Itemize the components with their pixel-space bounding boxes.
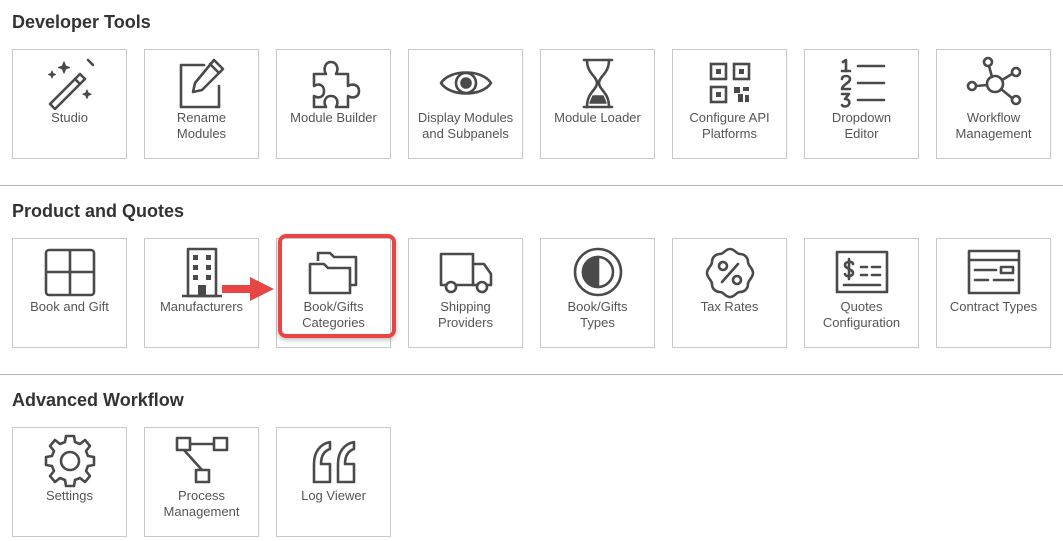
tile-rename-modules[interactable]: Rename Modules	[144, 49, 259, 159]
tile-label-configure-api: Configure API Platforms	[689, 110, 770, 141]
tile-workflow-management[interactable]: Workflow Management	[936, 49, 1051, 159]
tile-manufacturers[interactable]: Manufacturers	[144, 238, 259, 348]
tile-label-process-management: Process Management	[163, 488, 240, 519]
tile-grid-developer-tools: Studio Rename Modules Module Builder Dis…	[12, 49, 1063, 161]
tile-label-workflow-management: Workflow Management	[955, 110, 1032, 141]
tile-label-book-gifts-types: Book/Gifts Types	[567, 299, 628, 330]
tile-label-quotes-configuration: Quotes Configuration	[822, 299, 901, 330]
tile-label-shipping-providers: Shipping Providers	[438, 299, 493, 330]
tile-label-log-viewer: Log Viewer	[301, 488, 366, 503]
puzzle-piece-icon	[306, 56, 362, 110]
tile-grid-advanced-workflow: Settings Process Management Log Viewer	[12, 427, 1063, 539]
folders-icon	[306, 245, 362, 299]
process-flow-icon	[174, 434, 230, 488]
tile-module-loader[interactable]: Module Loader	[540, 49, 655, 159]
section-title-developer-tools: Developer Tools	[12, 12, 151, 32]
tile-settings[interactable]: Settings	[12, 427, 127, 537]
tile-tax-rates[interactable]: Tax Rates	[672, 238, 787, 348]
grid-squares-icon	[42, 245, 98, 299]
tile-label-display-modules: Display Modules and Subpanels	[417, 110, 514, 141]
section-advanced-workflow: Advanced Workflow Settings Process Manag…	[0, 389, 1063, 539]
tile-label-dropdown-editor: Dropdown Editor	[831, 110, 892, 141]
truck-icon	[438, 245, 494, 299]
section-divider	[0, 185, 1063, 186]
pencil-square-icon	[174, 56, 230, 110]
quote-marks-icon	[306, 434, 362, 488]
percent-badge-icon	[702, 245, 758, 299]
section-title-product-quotes: Product and Quotes	[12, 201, 185, 221]
contract-form-icon	[966, 245, 1022, 299]
section-divider	[0, 374, 1063, 375]
section-title-advanced-workflow: Advanced Workflow	[12, 390, 184, 410]
half-circle-icon	[570, 245, 626, 299]
hourglass-icon	[570, 56, 626, 110]
tile-book-gifts-categories[interactable]: Book/Gifts Categories	[276, 238, 391, 348]
tile-label-module-builder: Module Builder	[290, 110, 377, 125]
tile-label-studio: Studio	[51, 110, 88, 125]
magic-wand-icon	[42, 56, 98, 110]
numbered-list-icon	[834, 56, 890, 110]
tile-label-module-loader: Module Loader	[554, 110, 641, 125]
tile-book-and-gift[interactable]: Book and Gift	[12, 238, 127, 348]
tile-label-tax-rates: Tax Rates	[700, 299, 759, 314]
section-developer-tools: Developer Tools Studio Rename Modules Mo…	[0, 11, 1063, 161]
tile-label-rename-modules: Rename Modules	[176, 110, 227, 141]
gear-icon	[42, 434, 98, 488]
tile-shipping-providers[interactable]: Shipping Providers	[408, 238, 523, 348]
dollar-card-icon	[834, 245, 890, 299]
tile-quotes-configuration[interactable]: Quotes Configuration	[804, 238, 919, 348]
tile-book-gifts-types[interactable]: Book/Gifts Types	[540, 238, 655, 348]
tile-configure-api[interactable]: Configure API Platforms	[672, 49, 787, 159]
tile-process-management[interactable]: Process Management	[144, 427, 259, 537]
section-product-quotes: Product and Quotes Book and Gift Manufac…	[0, 200, 1063, 350]
tile-display-modules[interactable]: Display Modules and Subpanels	[408, 49, 523, 159]
tile-label-contract-types: Contract Types	[949, 299, 1038, 314]
tile-studio[interactable]: Studio	[12, 49, 127, 159]
tile-module-builder[interactable]: Module Builder	[276, 49, 391, 159]
tile-contract-types[interactable]: Contract Types	[936, 238, 1051, 348]
tile-grid-product-quotes: Book and Gift Manufacturers Book/Gifts C…	[12, 238, 1063, 350]
tile-label-settings: Settings	[46, 488, 93, 503]
tile-label-book-and-gift: Book and Gift	[30, 299, 109, 314]
building-icon	[174, 245, 230, 299]
network-nodes-icon	[966, 56, 1022, 110]
tile-label-book-gifts-categories: Book/Gifts Categories	[302, 299, 365, 330]
eye-icon	[438, 56, 494, 110]
qr-code-icon	[702, 56, 758, 110]
tile-dropdown-editor[interactable]: Dropdown Editor	[804, 49, 919, 159]
tile-label-manufacturers: Manufacturers	[159, 299, 244, 314]
tile-log-viewer[interactable]: Log Viewer	[276, 427, 391, 537]
